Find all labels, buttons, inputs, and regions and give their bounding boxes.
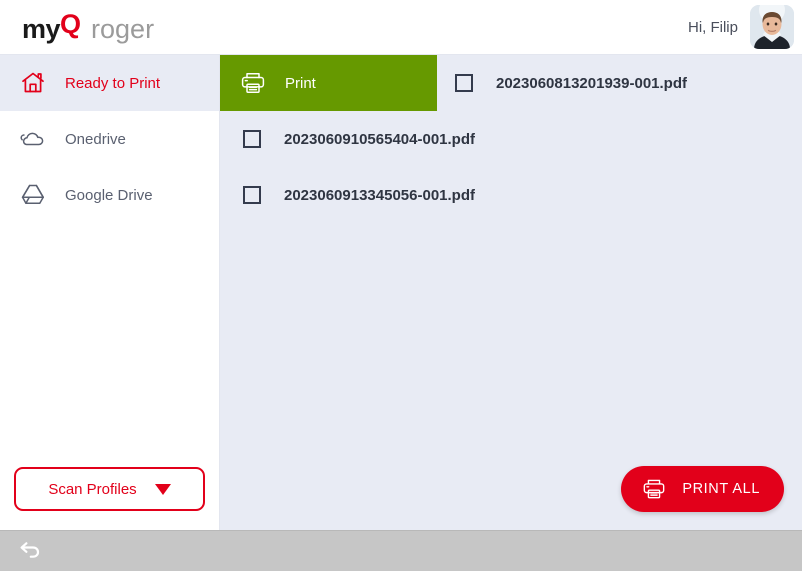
printer-icon xyxy=(238,68,268,98)
logo-text-q: Q xyxy=(60,9,81,39)
file-row[interactable]: 2023060910565404-001.pdf xyxy=(220,111,802,167)
logo-text-my: my xyxy=(22,14,61,44)
sidebar-item-label: Google Drive xyxy=(65,186,153,204)
print-all-label: PRINT ALL xyxy=(682,481,760,497)
sidebar: Ready to Print Onedrive Google Drive Sca… xyxy=(0,55,220,530)
tab-print[interactable]: Print xyxy=(220,55,437,111)
sidebar-item-google-drive[interactable]: Google Drive xyxy=(0,167,219,223)
app-root: my Q roger Hi, Filip Ready to Print Oned… xyxy=(0,0,802,571)
file-list: 2023060910565404-001.pdf 202306091334505… xyxy=(220,111,802,223)
file-name: 2023060913345056-001.pdf xyxy=(284,186,475,204)
myq-roger-logo: my Q roger xyxy=(22,11,154,43)
file-row[interactable]: 2023060913345056-001.pdf xyxy=(220,167,802,223)
sidebar-item-label: Onedrive xyxy=(65,130,126,148)
cloud-icon xyxy=(18,124,48,154)
sidebar-item-label: Ready to Print xyxy=(65,74,161,92)
avatar[interactable] xyxy=(750,5,794,49)
file-name: 2023060813201939-001.pdf xyxy=(496,74,687,92)
scan-profiles-button[interactable]: Scan Profiles xyxy=(14,467,205,511)
file-checkbox[interactable] xyxy=(455,74,473,92)
sidebar-item-ready-to-print[interactable]: Ready to Print xyxy=(0,55,219,111)
tab-row: Print 2023060813201939-001.pdf xyxy=(220,55,802,111)
logo-q-mark: Q xyxy=(60,11,82,38)
scan-profiles-label: Scan Profiles xyxy=(48,480,137,498)
print-all-button[interactable]: PRINT ALL xyxy=(621,466,784,512)
app-header: my Q roger Hi, Filip xyxy=(0,0,802,55)
main-body: Ready to Print Onedrive Google Drive Sca… xyxy=(0,55,802,530)
header-user-area[interactable]: Hi, Filip xyxy=(688,5,794,49)
user-greeting: Hi, Filip xyxy=(687,18,738,36)
sidebar-nav: Ready to Print Onedrive Google Drive xyxy=(0,55,219,223)
file-name: 2023060910565404-001.pdf xyxy=(284,130,475,148)
sidebar-item-onedrive[interactable]: Onedrive xyxy=(0,111,219,167)
google-drive-icon xyxy=(18,180,48,210)
file-row[interactable]: 2023060813201939-001.pdf xyxy=(437,55,802,111)
chevron-down-icon xyxy=(154,483,171,495)
content-panel: Print 2023060813201939-001.pdf 202306091… xyxy=(220,55,802,530)
printer-icon xyxy=(639,474,669,504)
home-icon xyxy=(18,68,48,98)
sidebar-footer: Scan Profiles xyxy=(0,467,219,530)
logo-text-roger: roger xyxy=(91,14,155,44)
file-checkbox[interactable] xyxy=(243,186,261,204)
back-arrow-icon[interactable] xyxy=(16,537,44,565)
bottom-bar xyxy=(0,530,802,571)
tab-print-label: Print xyxy=(285,74,316,92)
print-all-area: PRINT ALL xyxy=(621,466,784,512)
file-checkbox[interactable] xyxy=(243,130,261,148)
